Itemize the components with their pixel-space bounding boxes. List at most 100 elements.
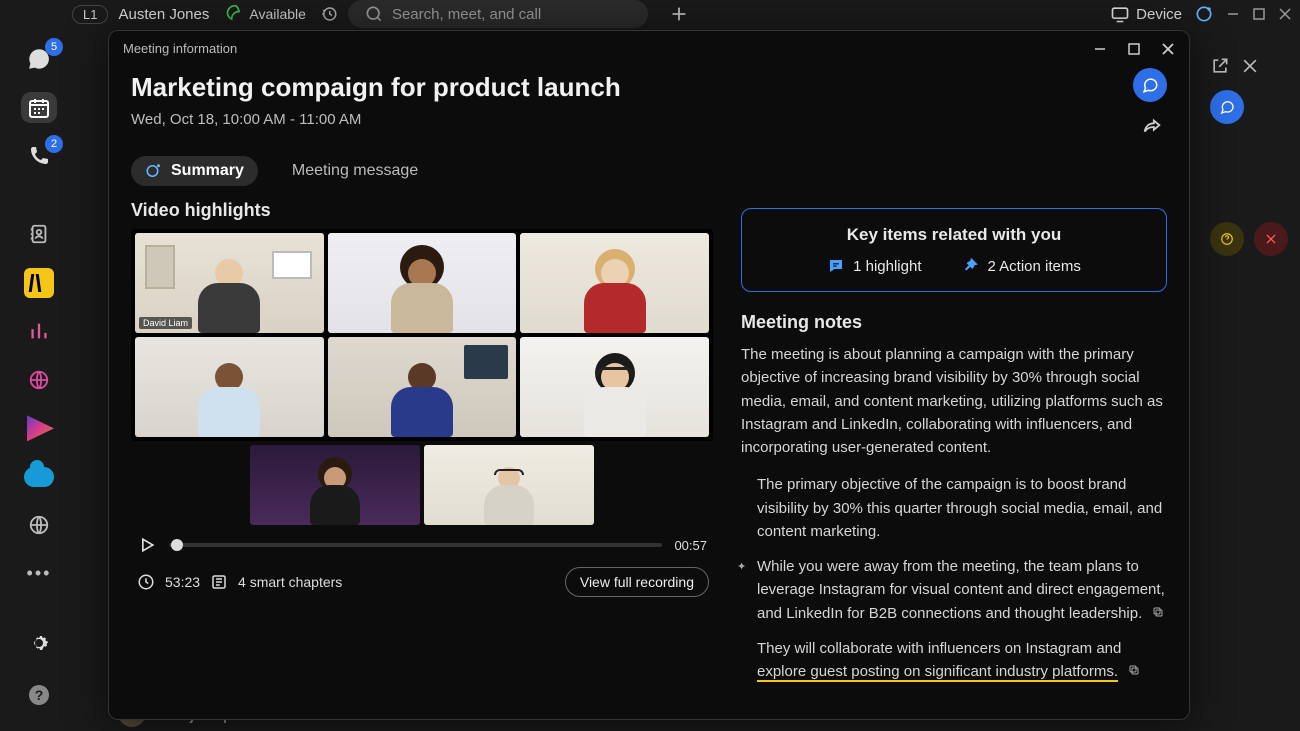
tab-summary[interactable]: Summary [131, 156, 258, 186]
add-tab-button[interactable] [668, 3, 690, 25]
meeting-note-item: ✦ While you were away from the meeting, … [741, 555, 1167, 625]
side-close-icon[interactable] [1240, 56, 1260, 76]
participant-name-tag: David Liam [139, 317, 192, 329]
clock-icon [137, 573, 155, 591]
rail-settings[interactable] [21, 625, 57, 661]
ai-ring-icon[interactable] [1194, 4, 1214, 24]
key-actions: 2 Action items [962, 257, 1081, 275]
video-tile[interactable] [328, 337, 517, 437]
help-icon: ? [27, 683, 51, 707]
video-tile[interactable] [424, 445, 594, 525]
video-tile[interactable] [520, 233, 709, 333]
share-arrow-icon [1141, 116, 1163, 138]
highlight-icon [827, 257, 845, 275]
panel-close-button[interactable] [1161, 42, 1175, 56]
meeting-datetime: Wed, Oct 18, 10:00 AM - 11:00 AM [131, 111, 1167, 128]
chapters-icon [210, 573, 228, 591]
progress-handle[interactable] [171, 539, 183, 551]
device-icon [1110, 4, 1130, 24]
panel-maximize-button[interactable] [1127, 42, 1141, 56]
video-grid: David Liam [131, 229, 713, 441]
video-tile[interactable] [520, 337, 709, 437]
line-tag: L1 [83, 7, 97, 22]
video-tile[interactable] [250, 445, 420, 525]
open-chat-button[interactable] [1133, 68, 1167, 102]
rail-contacts[interactable] [21, 219, 57, 249]
tab-meeting-message[interactable]: Meeting message [278, 156, 432, 186]
meeting-title: Marketing compaign for product launch [131, 72, 1167, 103]
key-items-title: Key items related with you [762, 225, 1146, 245]
meeting-note-item: The primary objective of the campaign is… [741, 473, 1167, 543]
svg-text:?: ? [35, 687, 44, 703]
rail-chat[interactable]: 5 [21, 44, 57, 74]
analytics-icon [28, 320, 50, 342]
play-button[interactable] [137, 535, 157, 555]
presence-status[interactable]: Available [225, 4, 306, 24]
key-items-card[interactable]: Key items related with you 1 highlight 2… [741, 208, 1167, 292]
meeting-notes-heading: Meeting notes [741, 312, 1167, 333]
header-user-name[interactable]: Austen Jones [118, 6, 209, 23]
globe-icon [28, 369, 50, 391]
tabs: Summary Meeting message [109, 132, 1189, 194]
progress-bar[interactable] [169, 543, 662, 547]
window-minimize-button[interactable] [1226, 7, 1240, 21]
video-highlights-heading: Video highlights [131, 200, 713, 221]
rail-more[interactable]: ••• [21, 559, 57, 589]
media-icon [24, 415, 54, 441]
calendar-icon [27, 96, 51, 120]
rail-app-whiteboard[interactable] [21, 268, 57, 298]
chat-side-button[interactable] [1210, 90, 1244, 124]
chat-icon [1219, 99, 1235, 115]
popout-icon[interactable] [1210, 56, 1230, 76]
rail-cloud[interactable] [21, 462, 57, 492]
history-icon[interactable] [320, 5, 338, 23]
video-highlights: Video highlights David Liam [131, 200, 713, 695]
close-icon [1264, 232, 1278, 246]
pin-icon [962, 257, 980, 275]
window-close-button[interactable] [1278, 7, 1292, 21]
decline-side-button[interactable] [1254, 222, 1288, 256]
ai-sparkle-icon [145, 162, 163, 180]
rail-analytics[interactable] [21, 316, 57, 346]
video-tile[interactable]: David Liam [135, 233, 324, 333]
current-time: 00:57 [674, 538, 707, 553]
key-highlight: 1 highlight [827, 257, 921, 275]
question-icon [1220, 232, 1234, 246]
view-full-recording-button[interactable]: View full recording [565, 567, 709, 597]
panel-window-title: Meeting information [123, 41, 237, 56]
rail-phone[interactable]: 2 [21, 141, 57, 171]
gear-icon [27, 631, 51, 655]
rail-media[interactable] [21, 413, 57, 443]
search-input[interactable]: Search, meet, and call [348, 0, 648, 28]
presence-leaf-icon [225, 4, 245, 24]
copy-icon [1152, 606, 1164, 618]
rail-calendar[interactable] [21, 92, 57, 122]
chat-icon [1141, 76, 1159, 94]
rail-web-2[interactable] [21, 510, 57, 540]
globe-icon [28, 514, 50, 536]
ai-sparkle-icon: ✦ [737, 559, 746, 576]
line-pill[interactable]: L1 [72, 5, 108, 24]
cloud-icon [24, 467, 54, 487]
video-tile[interactable] [135, 337, 324, 437]
rail-web-1[interactable] [21, 365, 57, 395]
device-button[interactable]: Device [1110, 4, 1182, 24]
panel-minimize-button[interactable] [1093, 42, 1107, 56]
side-panel-controls [1210, 56, 1288, 256]
rail-help[interactable]: ? [21, 677, 57, 713]
meeting-note-item: They will collaborate with influencers o… [741, 637, 1167, 684]
warning-side-button[interactable] [1210, 222, 1244, 256]
video-duration: 53:23 [165, 574, 200, 590]
meeting-info-panel: Meeting information Marketing compaign f… [108, 30, 1190, 720]
window-maximize-button[interactable] [1252, 7, 1266, 21]
copy-note-button[interactable] [1128, 664, 1140, 676]
left-rail: 5 2 ••• ? [0, 32, 78, 731]
chapters-count: 4 smart chapters [238, 574, 342, 590]
share-button[interactable] [1141, 116, 1163, 138]
search-placeholder: Search, meet, and call [392, 6, 541, 23]
meeting-notes-paragraph: The meeting is about planning a campaign… [741, 343, 1167, 459]
copy-note-button[interactable] [1152, 606, 1164, 618]
video-tile[interactable] [328, 233, 517, 333]
copy-icon [1128, 664, 1140, 676]
chat-badge: 5 [45, 38, 63, 56]
